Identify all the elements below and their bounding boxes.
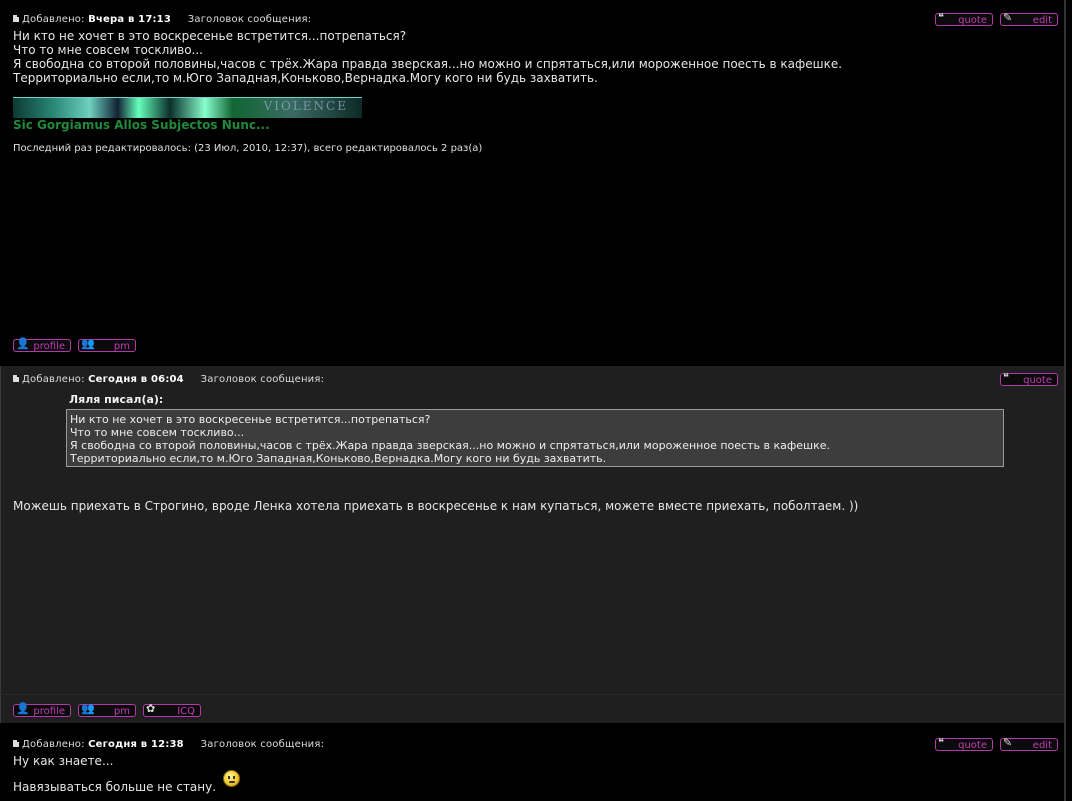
profile-icon: 👤: [16, 702, 30, 715]
post-3-body-line: Ну как знаете...: [13, 754, 114, 768]
post-time: Вчера в 17:13: [88, 14, 171, 25]
body-line: Ни кто не хочет в это воскресенье встрет…: [13, 29, 407, 43]
profile-button[interactable]: 👤 profile: [13, 702, 71, 717]
profile-button-label: profile: [33, 706, 65, 717]
subject-label: Заголовок сообщения:: [200, 739, 325, 750]
pm-button[interactable]: 👥 pm: [78, 702, 136, 717]
icq-flower-icon: ✿: [146, 702, 156, 715]
pm-button-label: pm: [113, 341, 130, 352]
body-line: Что то мне совсем тоскливо...: [13, 43, 203, 57]
quote-button-label: quote: [1023, 375, 1052, 386]
added-label: Добавлено:: [22, 739, 85, 750]
subject-label: Заголовок сообщения:: [200, 374, 325, 385]
quote-icon: ❝: [938, 736, 944, 749]
post-1-meta: Добавлено: Вчера в 17:13 Заголовок сообщ…: [13, 14, 311, 25]
pm-button-label: pm: [113, 706, 130, 717]
post-2-body: Можешь приехать в Строгино, вроде Ленка …: [13, 499, 859, 513]
post-2-meta: Добавлено: Сегодня в 06:04 Заголовок соо…: [13, 374, 324, 385]
pm-button[interactable]: 👥 pm: [78, 337, 136, 352]
quote-button-label: quote: [958, 15, 987, 26]
added-label: Добавлено:: [22, 14, 85, 25]
edit-button-label: edit: [1032, 15, 1052, 26]
quote-button[interactable]: ❝ quote: [935, 736, 993, 751]
post-3-meta: Добавлено: Сегодня в 12:38 Заголовок соо…: [13, 739, 324, 750]
quote-line: Что то мне совсем тоскливо...: [70, 426, 245, 439]
added-label: Добавлено:: [22, 374, 85, 385]
post-1-body: Ни кто не хочет в это воскресенье встрет…: [13, 29, 842, 85]
quote-line: Ни кто не хочет в это воскресенье встрет…: [70, 413, 431, 426]
edit-button[interactable]: ✎ edit: [1000, 736, 1058, 751]
body-line: Территориально если,то м.Юго Западная,Ко…: [13, 71, 598, 85]
post-icon: [13, 740, 19, 747]
post-2-footer-divider: [0, 694, 1064, 695]
quote-author: Ляля писал(а):: [69, 393, 164, 406]
post-icon: [13, 375, 19, 382]
icq-button[interactable]: ✿ ICQ: [143, 702, 201, 717]
edit-icon: ✎: [1003, 736, 1013, 749]
icq-button-label: ICQ: [177, 706, 195, 717]
quote-button[interactable]: ❝ quote: [935, 11, 993, 26]
quote-button[interactable]: ❝ quote: [1000, 371, 1058, 386]
body-line: Я свободна со второй половины,часов с тр…: [13, 57, 843, 71]
pm-icon: 👥: [81, 702, 95, 715]
quote-line: Я свободна со второй половины,часов с тр…: [70, 439, 830, 452]
smiley-icon: [223, 770, 240, 787]
profile-icon: 👤: [16, 337, 30, 350]
post-3-body-line: Навязываться больше не стану.: [13, 780, 217, 794]
page-border: [1064, 0, 1066, 801]
quote-button-label: quote: [958, 740, 987, 751]
edit-note: Последний раз редактировалось: (23 Июл, …: [13, 143, 483, 154]
subject-label: Заголовок сообщения:: [187, 14, 312, 25]
edit-icon: ✎: [1003, 11, 1013, 24]
profile-button[interactable]: 👤 profile: [13, 337, 71, 352]
pm-icon: 👥: [81, 337, 95, 350]
edit-button-label: edit: [1032, 740, 1052, 751]
signature-banner: VIOLENCE: [13, 97, 362, 118]
quote-box: Ни кто не хочет в это воскресенье встрет…: [66, 409, 1004, 467]
profile-button-label: profile: [33, 341, 65, 352]
post-time: Сегодня в 12:38: [88, 739, 184, 750]
quote-icon: ❝: [938, 11, 944, 24]
post-time: Сегодня в 06:04: [88, 374, 184, 385]
quote-line: Территориально если,то м.Юго Западная,Ко…: [70, 452, 607, 465]
post-icon: [13, 15, 19, 22]
signature-banner-text: VIOLENCE: [263, 99, 348, 113]
signature-text: Sic Gorgiamus Allos Subjectos Nunc...: [13, 118, 270, 132]
quote-icon: ❝: [1003, 371, 1009, 384]
edit-button[interactable]: ✎ edit: [1000, 11, 1058, 26]
